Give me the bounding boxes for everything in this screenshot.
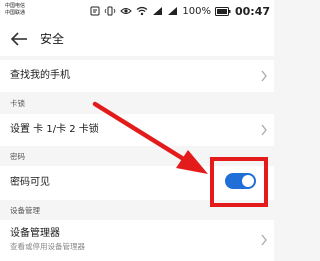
find-my-phone-label: 查找我的手机 <box>10 70 70 81</box>
password-section-label: 密码 <box>10 152 25 161</box>
eye-comfort-icon <box>120 8 133 14</box>
device-admin-label: 设备管理器 <box>10 228 60 239</box>
chevron-right-icon <box>261 124 267 136</box>
carrier-1-label: 中国电信 <box>5 3 26 9</box>
chevron-right-icon <box>261 70 267 82</box>
sim-lock-setting-label: 设置 卡 1/卡 2 卡锁 <box>10 124 99 135</box>
device-admin-subtitle: 查看或停用设备管理器 <box>10 242 85 251</box>
battery-icon <box>214 6 231 16</box>
status-time: 00:47 <box>234 4 270 18</box>
signal-icon <box>153 7 163 15</box>
sim-lock-section-header: 卡锁 <box>0 92 274 114</box>
device-admin-row[interactable]: 设备管理器 查看或停用设备管理器 <box>0 220 274 261</box>
device-admin-section-label: 设备管理 <box>10 206 40 215</box>
back-arrow-icon[interactable] <box>8 28 30 50</box>
app-header: 安全 <box>0 22 274 56</box>
wifi-icon <box>137 6 148 16</box>
signal-2-icon <box>168 7 178 15</box>
battery-percentage: 100% <box>182 5 211 17</box>
status-icons: 100% 00:47 <box>90 4 270 18</box>
status-bar: 中国电信 中国联通 100% 00:47 <box>0 0 274 22</box>
carrier-2-label: 中国联通 <box>5 10 26 16</box>
sim-lock-section-label: 卡锁 <box>10 99 25 108</box>
page-title: 安全 <box>40 32 65 46</box>
find-my-phone-row[interactable]: 查找我的手机 <box>0 60 274 92</box>
chevron-right-icon <box>261 234 267 246</box>
annotation-highlight-box <box>210 157 268 207</box>
sim-lock-setting-row[interactable]: 设置 卡 1/卡 2 卡锁 <box>0 114 274 146</box>
vibrate-icon <box>104 6 116 16</box>
notification-icon <box>90 6 100 16</box>
password-visible-label: 密码可见 <box>10 177 50 188</box>
